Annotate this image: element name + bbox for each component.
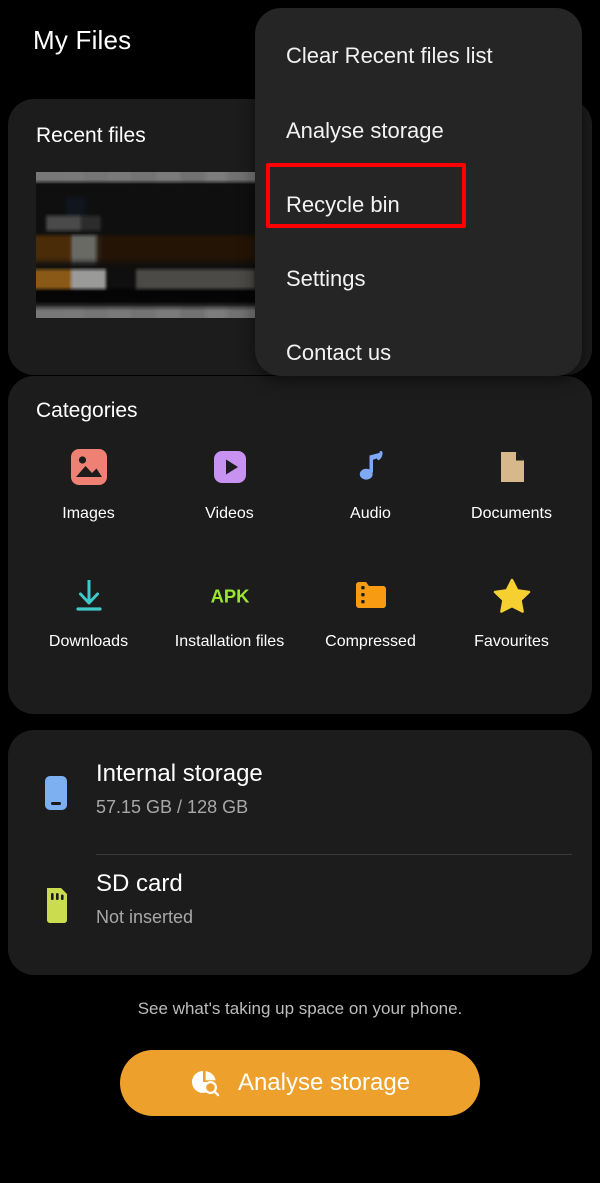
- download-icon: [66, 572, 112, 618]
- phone-icon: [38, 774, 74, 818]
- storage-detail: Not inserted: [96, 907, 194, 927]
- categories-card: Categories Images Videos Audio Documents…: [8, 376, 592, 714]
- menu-item-clear-recent-files-list[interactable]: Clear Recent files list: [286, 43, 493, 69]
- footer-note: See what's taking up space on your phone…: [137, 999, 463, 1018]
- category-images[interactable]: Images: [18, 444, 159, 552]
- menu-item-settings[interactable]: Settings: [286, 266, 366, 292]
- category-label: Documents: [471, 505, 552, 522]
- storage-name: SD card: [96, 870, 183, 897]
- category-downloads[interactable]: Downloads: [18, 572, 159, 680]
- category-label: Favourites: [474, 633, 549, 650]
- category-label: Installation files: [174, 633, 285, 650]
- category-installation-files[interactable]: APK Installation files: [159, 572, 300, 680]
- category-label: Videos: [205, 505, 254, 522]
- analyse-storage-button-label: Analyse storage: [237, 1069, 411, 1096]
- category-label: Images: [62, 505, 115, 522]
- menu-item-recycle-bin[interactable]: Recycle bin: [286, 192, 400, 218]
- category-compressed[interactable]: Compressed: [300, 572, 441, 680]
- my-files-screen: My Files Recent files Categories Images: [0, 0, 600, 1183]
- svg-text:APK: APK: [210, 585, 250, 606]
- category-favourites[interactable]: Favourites: [441, 572, 582, 680]
- category-documents[interactable]: Documents: [441, 444, 582, 552]
- star-icon: [489, 572, 535, 618]
- menu-item-contact-us[interactable]: Contact us: [286, 340, 391, 366]
- compressed-folder-icon: [348, 572, 394, 618]
- category-label: Compressed: [325, 633, 416, 650]
- apk-icon: APK: [207, 572, 253, 618]
- storage-row-internal[interactable]: Internal storage 57.15 GB / 128 GB: [8, 752, 592, 852]
- music-note-icon: [348, 444, 394, 490]
- recent-files-heading: Recent files: [36, 124, 146, 147]
- categories-heading: Categories: [36, 399, 138, 422]
- sd-card-icon: [38, 884, 74, 928]
- analyse-storage-button[interactable]: Analyse storage: [120, 1050, 480, 1116]
- overflow-menu: Clear Recent files list Analyse storage …: [255, 8, 582, 376]
- storage-divider: [96, 854, 572, 855]
- category-label: Audio: [350, 505, 391, 522]
- storage-detail: 57.15 GB / 128 GB: [96, 797, 249, 817]
- category-audio[interactable]: Audio: [300, 444, 441, 552]
- image-icon: [66, 444, 112, 490]
- menu-item-analyse-storage[interactable]: Analyse storage: [286, 118, 444, 144]
- document-icon: [489, 444, 535, 490]
- pie-chart-search-icon: [190, 1068, 220, 1098]
- video-play-icon: [207, 444, 253, 490]
- category-label: Downloads: [48, 633, 129, 650]
- storage-card: Internal storage 57.15 GB / 128 GB SD ca…: [8, 730, 592, 975]
- category-videos[interactable]: Videos: [159, 444, 300, 552]
- storage-row-sd-card[interactable]: SD card Not inserted: [8, 862, 592, 962]
- categories-grid: Images Videos Audio Documents Downloads …: [18, 444, 582, 680]
- page-title: My Files: [33, 25, 132, 55]
- storage-name: Internal storage: [96, 760, 263, 787]
